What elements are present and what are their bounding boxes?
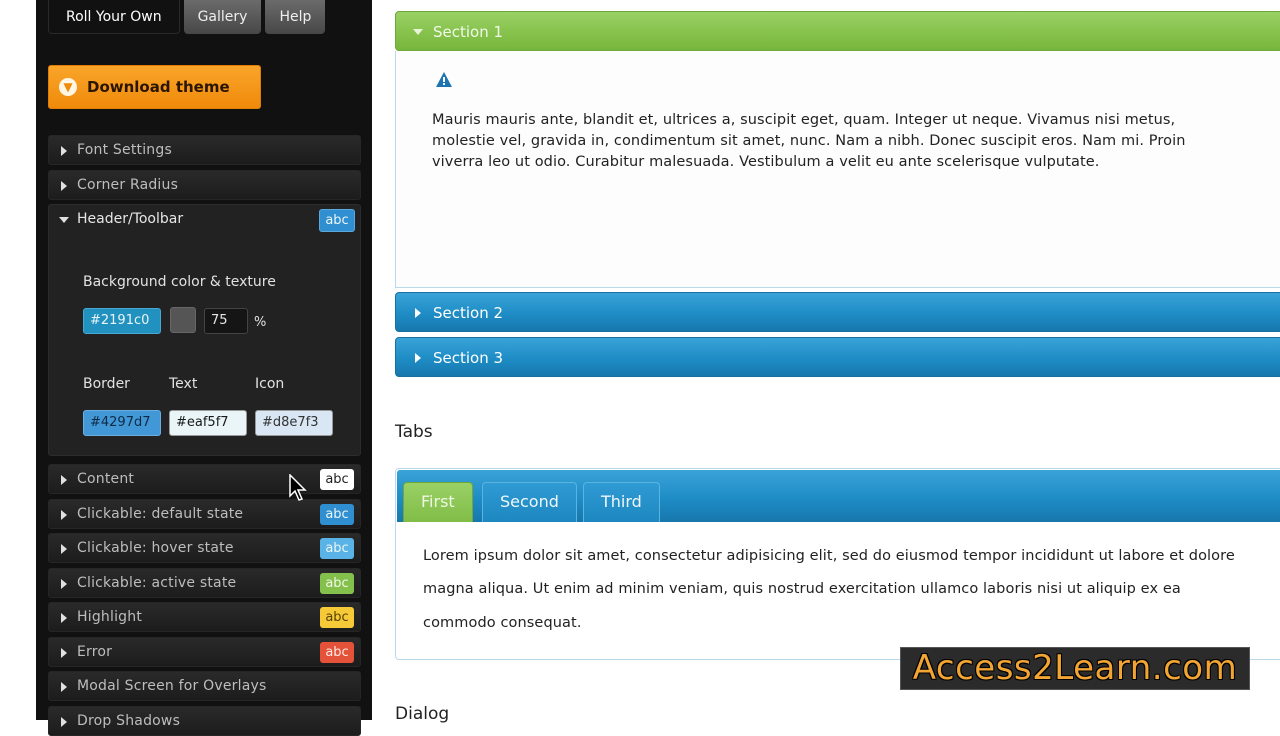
panel-item-highlight[interactable]: Highlight abc [48, 602, 361, 632]
triangle-right-icon [415, 308, 421, 318]
panel-item-label: Clickable: hover state [77, 540, 234, 556]
tab-content-line: commodo consequat. [423, 615, 582, 631]
opacity-input[interactable]: 75 [204, 308, 248, 334]
panel-item-clickable-active[interactable]: Clickable: active state abc [48, 568, 361, 598]
content-preview-badge: abc [320, 469, 354, 490]
section-3-label: Section 3 [433, 349, 504, 367]
triangle-right-icon [61, 579, 67, 589]
bg-color-input[interactable]: #2191c0 [83, 308, 161, 334]
themeroller-panel: Roll Your Own Gallery Help ▼ Download th… [36, 0, 372, 736]
panel-item-label: Clickable: active state [77, 575, 237, 591]
accordion-section-1-content: Mauris mauris ante, blandit et, ultrices… [395, 51, 1280, 288]
panel-tabs: Roll Your Own Gallery Help [48, 0, 326, 36]
panel-item-clickable-hover[interactable]: Clickable: hover state abc [48, 533, 361, 563]
panel-item-label: Highlight [77, 609, 143, 625]
tab-gallery[interactable]: Gallery [183, 0, 262, 34]
bg-color-texture-label: Background color & texture [83, 274, 276, 290]
tab-third[interactable]: Third [583, 482, 660, 522]
panel-item-label: Modal Screen for Overlays [77, 678, 267, 694]
triangle-right-icon [61, 682, 67, 692]
error-preview-badge: abc [320, 642, 354, 663]
icon-label: Icon [255, 376, 285, 392]
section-2-label: Section 2 [433, 304, 504, 322]
panel-item-label: Corner Radius [77, 177, 179, 193]
triangle-right-icon [61, 510, 67, 520]
triangle-right-icon [61, 648, 67, 658]
panel-item-content[interactable]: Content abc [48, 464, 361, 494]
text-label: Text [169, 376, 198, 392]
triangle-right-icon [61, 181, 67, 191]
tab-content-line: magna aliqua. Ut enim ad minim veniam, q… [423, 581, 1181, 597]
border-label: Border [83, 376, 130, 392]
triangle-right-icon [61, 146, 67, 156]
watermark: Access2Learn.com [900, 647, 1250, 690]
panel-item-label: Error [77, 644, 113, 660]
panel-item-drop-shadows[interactable]: Drop Shadows [48, 706, 361, 736]
texture-picker[interactable] [170, 307, 196, 333]
header-toolbar-preview-badge: abc [319, 209, 355, 232]
border-color-input[interactable]: #4297d7 [83, 410, 161, 436]
panel-item-label: Clickable: default state [77, 506, 244, 522]
panel-item-clickable-default[interactable]: Clickable: default state abc [48, 499, 361, 529]
text-color-input[interactable]: #eaf5f7 [169, 410, 247, 436]
triangle-right-icon [61, 717, 67, 727]
accordion-section-1[interactable]: Section 1 [395, 11, 1280, 51]
triangle-right-icon [415, 353, 421, 363]
triangle-down-icon [59, 217, 69, 223]
tab-content-line: Lorem ipsum dolor sit amet, consectetur … [423, 548, 1235, 564]
download-icon: ▼ [59, 78, 77, 96]
clickable-default-preview-badge: abc [320, 504, 354, 525]
panel-item-font-settings[interactable]: Font Settings [48, 135, 361, 165]
panel-item-label: Font Settings [77, 142, 172, 158]
tabs-heading: Tabs [395, 422, 433, 442]
tab-roll-your-own[interactable]: Roll Your Own [48, 0, 180, 34]
panel-item-error[interactable]: Error abc [48, 637, 361, 667]
mouse-cursor-icon [289, 474, 307, 501]
icon-color-input[interactable]: #d8e7f3 [255, 410, 333, 436]
section-1-text-line: Mauris mauris ante, blandit et, ultrices… [432, 112, 1176, 128]
download-theme-button[interactable]: ▼ Download theme [48, 65, 261, 109]
triangle-right-icon [61, 613, 67, 623]
panel-item-label: Drop Shadows [77, 713, 181, 729]
clickable-hover-preview-badge: abc [320, 538, 354, 559]
highlight-preview-badge: abc [320, 607, 354, 628]
section-1-label: Section 1 [433, 23, 504, 41]
percent-label: % [254, 315, 267, 330]
triangle-right-icon [61, 475, 67, 485]
triangle-down-icon [413, 29, 423, 35]
tabs-bar: First Second Third [397, 470, 1280, 522]
section-1-text-line: molestie vel, gravida in, condimentum si… [432, 133, 1186, 149]
header-toolbar-label[interactable]: Header/Toolbar [77, 211, 183, 227]
tab-first[interactable]: First [403, 482, 473, 522]
tab-help[interactable]: Help [265, 0, 326, 34]
clickable-active-preview-badge: abc [320, 573, 354, 594]
warning-icon [436, 72, 452, 87]
panel-item-corner-radius[interactable]: Corner Radius [48, 170, 361, 200]
accordion-section-3[interactable]: Section 3 [395, 337, 1280, 377]
section-1-text-line: viverra leo ut odio. Curabitur malesuada… [432, 154, 1100, 170]
panel-item-label: Content [77, 471, 135, 487]
dialog-heading: Dialog [395, 704, 450, 724]
accordion-section-2[interactable]: Section 2 [395, 292, 1280, 332]
tabs-widget: First Second Third Lorem ipsum dolor sit… [395, 468, 1280, 660]
triangle-right-icon [61, 544, 67, 554]
panel-item-header-toolbar: Header/Toolbar abc Background color & te… [48, 204, 361, 456]
panel-item-modal-screen[interactable]: Modal Screen for Overlays [48, 671, 361, 701]
download-theme-label: Download theme [87, 78, 230, 96]
tab-second[interactable]: Second [482, 482, 577, 522]
